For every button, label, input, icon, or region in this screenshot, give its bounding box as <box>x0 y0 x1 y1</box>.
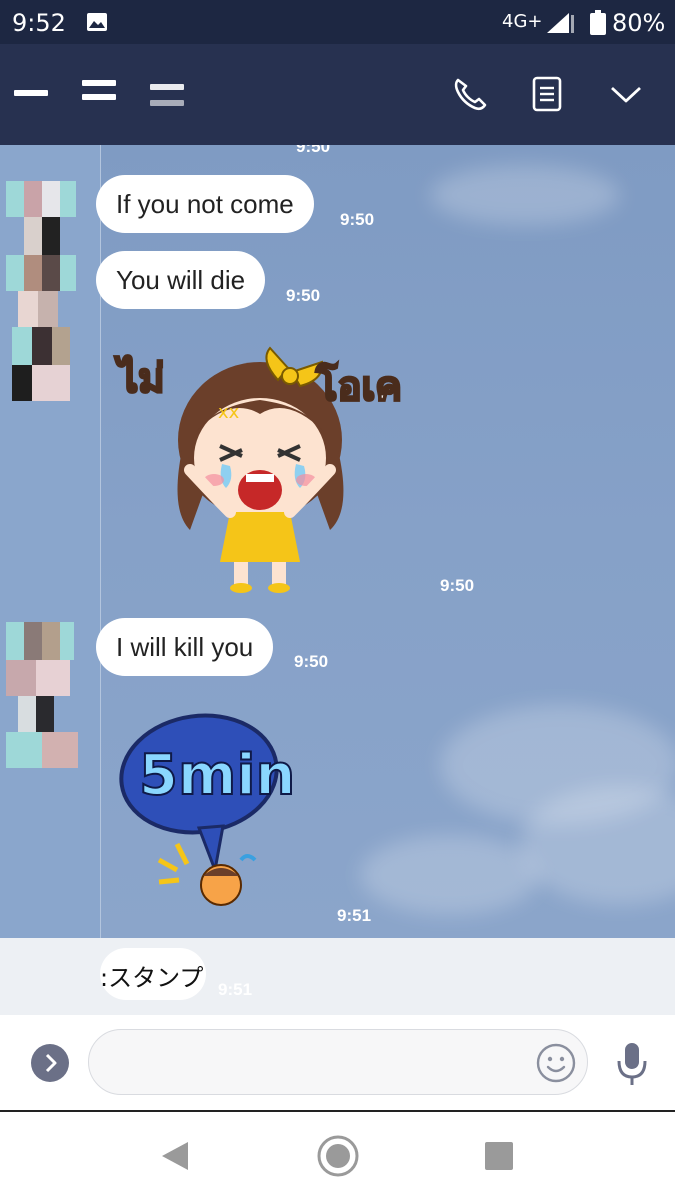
expand-arrow-icon[interactable] <box>31 1044 69 1082</box>
message-input-bar <box>0 1015 675 1112</box>
network-type: 4G+ <box>502 11 543 32</box>
chat-header <box>0 44 675 145</box>
battery-percent: 80% <box>612 9 666 37</box>
emoji-icon[interactable] <box>535 1042 577 1084</box>
recents-icon[interactable] <box>484 1141 514 1171</box>
battery-icon <box>590 10 606 35</box>
sticker-text: โอเค <box>315 363 402 410</box>
menu-bars-icon[interactable] <box>10 74 190 114</box>
message-time: 9:51 <box>337 906 372 925</box>
sticker-text: ไม่ <box>114 355 164 402</box>
message-time: 9:50 <box>340 210 375 229</box>
gallery-icon <box>87 13 107 31</box>
navigation-bar <box>0 1112 675 1200</box>
preview-text: :スタンプ <box>100 964 204 992</box>
notes-icon[interactable] <box>528 74 568 114</box>
message-input[interactable] <box>88 1029 588 1095</box>
avatar[interactable] <box>6 622 78 770</box>
microphone-icon[interactable] <box>614 1041 650 1087</box>
status-bar: 9:52 4G+ 80% <box>0 0 675 44</box>
chat-area[interactable]: 9:50 If you not come 9:50 You will die 9… <box>0 145 675 1015</box>
avatar[interactable] <box>6 181 76 405</box>
message-time: 9:51 <box>218 980 253 999</box>
svg-text:xx: xx <box>218 402 240 423</box>
status-time: 9:52 <box>12 9 66 37</box>
signal-icon <box>547 13 574 33</box>
sticker-text: 5min <box>139 743 295 808</box>
message-bubble[interactable]: If you not come <box>96 175 314 233</box>
sticker-angry-girl[interactable]: xx ไม่ โอเค <box>110 340 410 600</box>
home-icon[interactable] <box>316 1134 360 1178</box>
message-time: 9:50 <box>286 286 321 305</box>
back-icon[interactable] <box>160 1140 190 1172</box>
message-bubble[interactable]: I will kill you <box>96 618 274 676</box>
message-preview-row: :スタンプ 9:51 <box>0 938 675 1015</box>
chevron-down-icon[interactable] <box>606 74 646 114</box>
message-time: 9:50 <box>296 145 331 156</box>
phone-icon[interactable] <box>450 74 490 114</box>
message-time: 9:50 <box>440 576 475 595</box>
message-bubble[interactable]: You will die <box>96 251 266 309</box>
sticker-5min[interactable]: 5min <box>115 710 295 910</box>
message-time: 9:50 <box>294 652 329 671</box>
